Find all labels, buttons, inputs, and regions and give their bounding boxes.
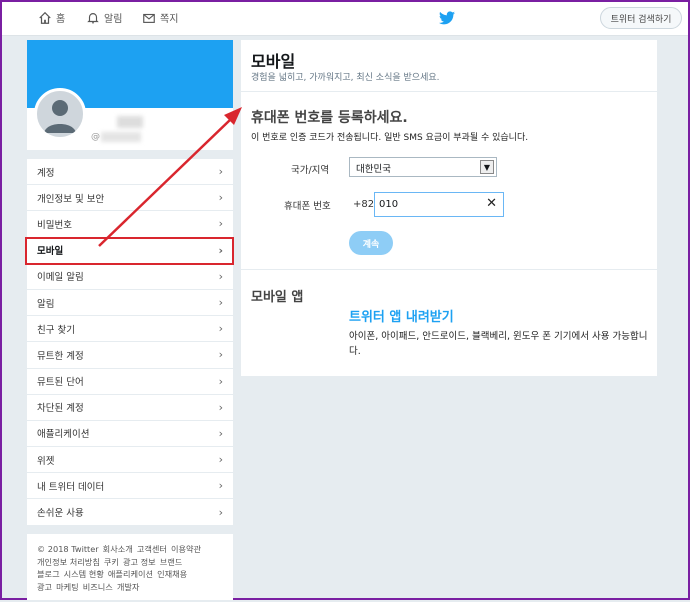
twitter-bird-icon: [439, 11, 455, 25]
phone-label: 휴대폰 번호: [284, 201, 331, 212]
chevron-right-icon: ›: [218, 479, 223, 493]
sidebar-item-label: 친구 찾기: [37, 324, 75, 336]
panel-header: 모바일 경험을 넓히고, 가까워지고, 최신 소식을 받으세요.: [241, 40, 657, 92]
footer-link[interactable]: 블로그: [37, 569, 60, 579]
sidebar-item-label: 내 트위터 데이터: [37, 481, 105, 493]
chevron-right-icon: ›: [218, 322, 223, 336]
continue-button[interactable]: 계속: [349, 231, 393, 255]
sidebar-item-label: 이메일 알림: [37, 272, 84, 284]
footer-link[interactable]: 광고 정보: [123, 557, 156, 567]
nav-notifications-label: 알림: [104, 14, 123, 25]
sidebar-item-email-notifications[interactable]: 이메일 알림 ›: [27, 264, 233, 290]
chevron-right-icon: ›: [218, 296, 223, 310]
profile-card: @: [27, 40, 233, 150]
sidebar-item-notifications[interactable]: 알림 ›: [27, 290, 233, 317]
chevron-right-icon: ›: [218, 374, 223, 388]
footer-link[interactable]: 개발자: [117, 582, 140, 592]
sidebar-item-muted-accounts[interactable]: 뮤트한 계정 ›: [27, 342, 233, 369]
sidebar-item-label: 위젯: [37, 455, 55, 467]
nav-messages-label: 쪽지: [160, 14, 179, 25]
sidebar-item-label: 뮤트한 계정: [37, 350, 84, 362]
chevron-right-icon: ›: [218, 269, 223, 283]
footer-link[interactable]: 광고: [37, 582, 52, 592]
chevron-right-icon: ›: [218, 243, 223, 257]
sidebar-item-twitter-data[interactable]: 내 트위터 데이터 ›: [27, 473, 233, 500]
chevron-right-icon: ›: [218, 165, 223, 179]
chevron-right-icon: ›: [218, 400, 223, 414]
footer-link[interactable]: 시스템 현황: [64, 569, 104, 579]
search-button[interactable]: 트위터 검색하기: [600, 7, 682, 29]
download-app-link[interactable]: 트위터 앱 내려받기: [349, 306, 454, 325]
footer-copyright: © 2018 Twitter: [37, 544, 99, 554]
sidebar-item-label: 모바일: [37, 246, 64, 258]
clear-icon[interactable]: ✕: [486, 196, 497, 211]
footer-link[interactable]: 비즈니스: [83, 582, 113, 592]
blurred-handle: [101, 132, 141, 142]
chevron-down-icon: ▼: [480, 160, 494, 174]
footer-link[interactable]: 쿠키: [104, 557, 119, 567]
country-label: 국가/지역: [291, 165, 330, 176]
footer-link[interactable]: 이용약관: [171, 544, 201, 554]
register-phone-description: 이 번호로 인증 코드가 전송됩니다. 일반 SMS 요금이 부과될 수 있습니…: [251, 133, 529, 143]
top-navigation-bar: 홈 알림 쪽지 트위터 검색하기: [2, 2, 688, 36]
sidebar-item-password[interactable]: 비밀번호 ›: [27, 211, 233, 238]
chevron-right-icon: ›: [218, 217, 223, 231]
register-phone-heading: 휴대폰 번호를 등록하세요.: [251, 110, 408, 126]
sidebar-item-mobile[interactable]: 모바일 ›: [27, 238, 233, 264]
twitter-bird-logo[interactable]: [439, 10, 455, 29]
sidebar-item-label: 뮤트된 단어: [37, 377, 84, 389]
chevron-right-icon: ›: [218, 453, 223, 467]
sidebar-item-blocked-accounts[interactable]: 차단된 계정 ›: [27, 395, 233, 421]
settings-sidebar-menu: 계정 › 개인정보 및 보안 › 비밀번호 › 모바일 › 이메일 알림 › 알림 › 친구…: [27, 159, 233, 526]
sidebar-item-label: 알림: [37, 298, 55, 310]
nav-messages[interactable]: 쪽지: [142, 10, 178, 25]
footer-link[interactable]: 마케팅: [56, 582, 79, 592]
section-divider: [241, 269, 657, 270]
sidebar-item-find-friends[interactable]: 친구 찾기 ›: [27, 316, 233, 343]
default-avatar-icon: [44, 100, 76, 133]
profile-handle: @: [91, 132, 100, 142]
sidebar-item-account[interactable]: 계정 ›: [27, 159, 233, 186]
sidebar-item-muted-words[interactable]: 뮤트된 단어 ›: [27, 369, 233, 395]
footer-links: © 2018 Twitter 회사소개 고객센터 이용약관 개인정보 처리방침 쿠키 광고…: [27, 534, 233, 600]
home-icon: [39, 11, 51, 24]
chevron-right-icon: ›: [218, 426, 223, 440]
sidebar-item-label: 차단된 계정: [37, 403, 84, 415]
sidebar-item-label: 애플리케이션: [37, 429, 90, 441]
envelope-icon: [143, 13, 155, 23]
sidebar-item-label: 비밀번호: [37, 219, 72, 231]
sidebar-item-applications[interactable]: 애플리케이션 ›: [27, 421, 233, 448]
footer-link[interactable]: 인재채용: [157, 569, 187, 579]
footer-link[interactable]: 고객센터: [137, 544, 167, 554]
sidebar-item-widgets[interactable]: 위젯 ›: [27, 447, 233, 474]
nav-home[interactable]: 홈: [38, 10, 65, 25]
country-select-value: 대한민국: [356, 164, 391, 175]
mobile-settings-panel: 모바일 경험을 넓히고, 가까워지고, 최신 소식을 받으세요. 휴대폰 번호를…: [241, 40, 657, 376]
phone-number-value: 010: [379, 199, 399, 210]
mobile-app-description: 아이폰, 아이패드, 안드로이드, 블랙베리, 윈도우 폰 기기에서 사용 가능…: [349, 331, 648, 357]
bell-icon: [87, 12, 99, 23]
chevron-right-icon: ›: [218, 348, 223, 362]
chevron-right-icon: ›: [218, 191, 223, 205]
sidebar-item-accessibility[interactable]: 손쉬운 사용 ›: [27, 499, 233, 526]
page-subtitle: 경험을 넓히고, 가까워지고, 최신 소식을 받으세요.: [251, 73, 440, 83]
footer-link[interactable]: 회사소개: [103, 544, 133, 554]
phone-number-input[interactable]: 010 ✕: [374, 192, 504, 217]
footer-link[interactable]: 브랜드: [160, 557, 183, 567]
sidebar-item-label: 손쉬운 사용: [37, 508, 84, 520]
footer-link[interactable]: 개인정보 처리방침: [37, 557, 100, 567]
footer-link[interactable]: 애플리케이션: [108, 569, 153, 579]
page-title: 모바일: [251, 52, 296, 71]
phone-country-code: +82: [353, 199, 375, 210]
mobile-app-heading: 모바일 앱: [251, 290, 304, 305]
sidebar-item-label: 개인정보 및 보안: [37, 193, 105, 205]
country-select[interactable]: 대한민국 ▼: [349, 157, 497, 177]
nav-notifications[interactable]: 알림: [86, 10, 122, 25]
sidebar-item-label: 계정: [37, 167, 55, 179]
nav-home-label: 홈: [56, 14, 66, 25]
avatar[interactable]: [34, 88, 86, 140]
blurred-username: [117, 116, 143, 128]
chevron-right-icon: ›: [218, 505, 223, 519]
sidebar-item-privacy[interactable]: 개인정보 및 보안 ›: [27, 185, 233, 212]
